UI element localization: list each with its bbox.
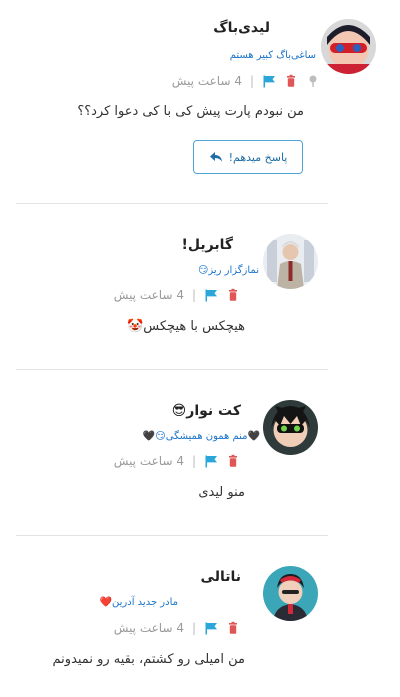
comment-body: من امیلی رو کشتم، بقیه رو نمیدونم — [52, 652, 245, 667]
comment-item: کت نوار😎 🖤منم همون همیشگی😏🖤 | 4 ساعت پیش… — [0, 370, 400, 535]
comment-author[interactable]: ناتالی — [201, 569, 241, 585]
author-title: مادر جدید آدرین❤️ — [99, 597, 178, 608]
comment-body: من نبودم پارت پیش کی با کی دعوا کرد؟؟ — [77, 104, 304, 119]
comment-item: ناتالی مادر جدید آدرین❤️ | 4 ساعت پیش من… — [0, 536, 400, 697]
comment-timestamp: 4 ساعت پیش — [113, 454, 184, 468]
flag-icon[interactable] — [204, 454, 218, 468]
comment-author[interactable]: کت نوار😎 — [172, 403, 241, 419]
trash-icon[interactable] — [226, 288, 240, 302]
meta-separator: | — [249, 74, 254, 88]
author-title: ساغی‌باگ کبیر هستم — [229, 50, 316, 61]
comment-item: گابریل! نمازگزار ریز😏 | 4 ساعت پیش هیچکس… — [0, 204, 400, 369]
comment-meta: | 4 ساعت پیش — [114, 452, 240, 470]
comment-meta: | 4 ساعت پیش — [172, 72, 320, 90]
pin-icon[interactable] — [306, 74, 320, 88]
comment-meta: | 4 ساعت پیش — [114, 286, 240, 304]
comment-body: منو لیدی — [198, 485, 245, 500]
meta-separator: | — [191, 454, 196, 468]
comment-item: لیدی‌باگ ساغی‌باگ کبیر هستم | 4 ساعت پیش… — [0, 0, 400, 200]
comment-timestamp: 4 ساعت پیش — [113, 621, 184, 635]
comment-body: هیچکس با هیچکس🤡 — [127, 319, 245, 334]
avatar[interactable] — [263, 566, 318, 621]
trash-icon[interactable] — [226, 454, 240, 468]
author-title: 🖤منم همون همیشگی😏🖤 — [142, 431, 260, 442]
comment-timestamp: 4 ساعت پیش — [113, 288, 184, 302]
reply-arrow-icon — [209, 150, 223, 164]
comment-author[interactable]: گابریل! — [181, 237, 233, 253]
reply-button-label: پاسخ میدهم! — [228, 150, 288, 164]
flag-icon[interactable] — [262, 74, 276, 88]
flag-icon[interactable] — [204, 288, 218, 302]
author-title: نمازگزار ریز😏 — [197, 265, 259, 276]
avatar[interactable] — [321, 19, 376, 74]
reply-button[interactable]: پاسخ میدهم! — [193, 140, 303, 174]
trash-icon[interactable] — [226, 621, 240, 635]
avatar[interactable] — [263, 234, 318, 289]
meta-separator: | — [191, 288, 196, 302]
comment-author[interactable]: لیدی‌باگ — [213, 20, 270, 36]
comment-timestamp: 4 ساعت پیش — [171, 74, 242, 88]
flag-icon[interactable] — [204, 621, 218, 635]
meta-separator: | — [191, 621, 196, 635]
avatar[interactable] — [263, 400, 318, 455]
comment-meta: | 4 ساعت پیش — [114, 619, 240, 637]
trash-icon[interactable] — [284, 74, 298, 88]
